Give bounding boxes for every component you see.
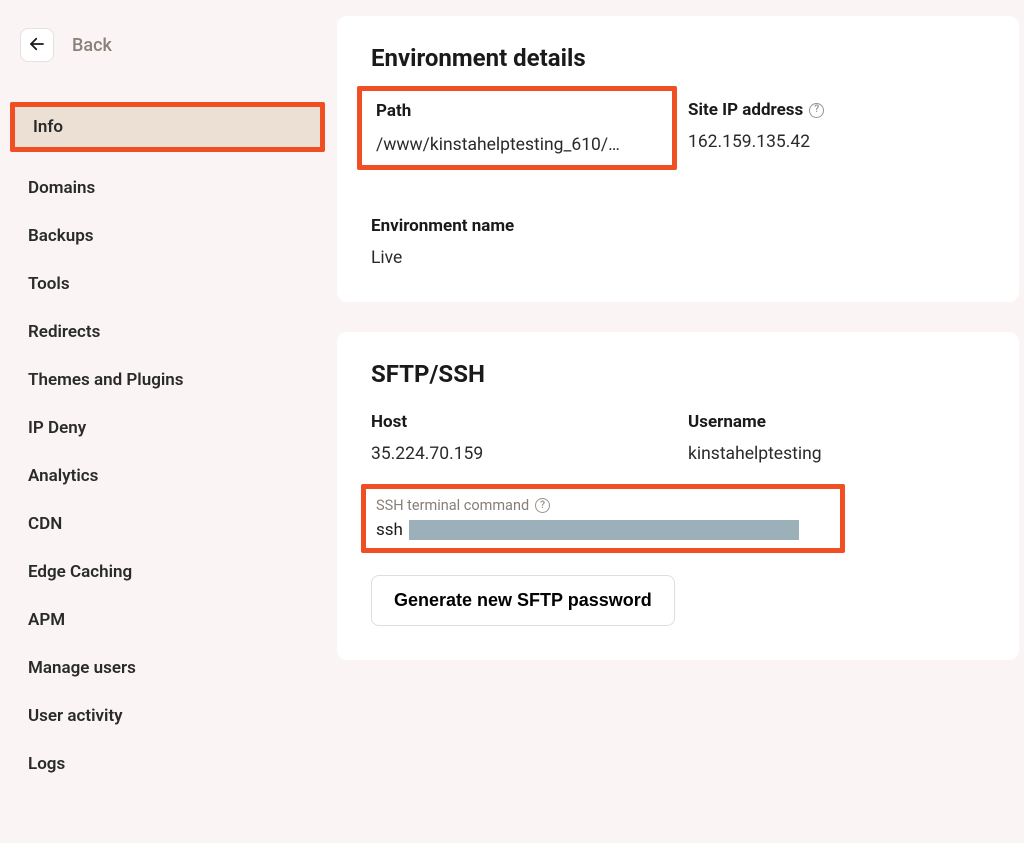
back-label: Back xyxy=(72,35,112,56)
sidebar-item-ip-deny[interactable]: IP Deny xyxy=(0,404,335,452)
sidebar-item-domains[interactable]: Domains xyxy=(0,164,335,212)
sidebar-item-redirects[interactable]: Redirects xyxy=(0,308,335,356)
ssh-command-value: ssh xyxy=(376,520,822,540)
username-value: kinstahelptesting xyxy=(688,444,985,464)
host-label: Host xyxy=(371,412,668,432)
sftp-ssh-card: SFTP/SSH Host 35.224.70.159 Username kin… xyxy=(337,332,1019,660)
sidebar-item-backups[interactable]: Backups xyxy=(0,212,335,260)
sidebar-item-manage-users[interactable]: Manage users xyxy=(0,644,335,692)
ssh-command-label: SSH terminal command ? xyxy=(376,497,822,514)
environment-details-heading: Environment details xyxy=(371,44,985,72)
ssh-command-highlight: SSH terminal command ? ssh xyxy=(361,484,845,553)
sidebar-item-apm[interactable]: APM xyxy=(0,596,335,644)
sidebar-item-tools[interactable]: Tools xyxy=(0,260,335,308)
ssh-redacted xyxy=(409,520,799,540)
sftp-ssh-heading: SFTP/SSH xyxy=(371,360,985,388)
sidebar-item-edge-caching[interactable]: Edge Caching xyxy=(0,548,335,596)
sidebar-item-cdn[interactable]: CDN xyxy=(0,500,335,548)
back-row: Back xyxy=(0,28,335,62)
username-label: Username xyxy=(688,412,985,432)
main-content: Environment details Path /www/kinstahelp… xyxy=(335,0,1024,843)
env-name-label: Environment name xyxy=(371,216,668,236)
env-name-value: Live xyxy=(371,248,668,268)
sidebar-item-info-highlight: Info xyxy=(10,102,325,152)
help-icon[interactable]: ? xyxy=(809,103,824,118)
generate-sftp-password-button[interactable]: Generate new SFTP password xyxy=(371,575,675,626)
host-value: 35.224.70.159 xyxy=(371,444,668,464)
path-label: Path xyxy=(376,101,620,121)
path-highlight: Path /www/kinstahelptesting_610/… xyxy=(357,86,677,170)
back-button[interactable] xyxy=(20,28,54,62)
help-icon[interactable]: ? xyxy=(535,498,550,513)
site-ip-value: 162.159.135.42 xyxy=(688,132,985,152)
ssh-command-label-text: SSH terminal command xyxy=(376,497,529,514)
sidebar-item-themes-plugins[interactable]: Themes and Plugins xyxy=(0,356,335,404)
site-ip-label-text: Site IP address xyxy=(688,100,803,120)
sidebar-item-user-activity[interactable]: User activity xyxy=(0,692,335,740)
sidebar-item-info[interactable]: Info xyxy=(15,107,320,147)
sidebar-nav: Info Domains Backups Tools Redirects The… xyxy=(0,102,335,788)
sidebar-item-logs[interactable]: Logs xyxy=(0,740,335,788)
sidebar: Back Info Domains Backups Tools Redirect… xyxy=(0,0,335,843)
path-value: /www/kinstahelptesting_610/… xyxy=(376,135,620,155)
environment-details-card: Environment details Path /www/kinstahelp… xyxy=(337,16,1019,302)
ssh-prefix: ssh xyxy=(376,520,403,540)
arrow-left-icon xyxy=(28,35,46,56)
site-ip-label: Site IP address ? xyxy=(688,100,985,120)
sidebar-item-analytics[interactable]: Analytics xyxy=(0,452,335,500)
